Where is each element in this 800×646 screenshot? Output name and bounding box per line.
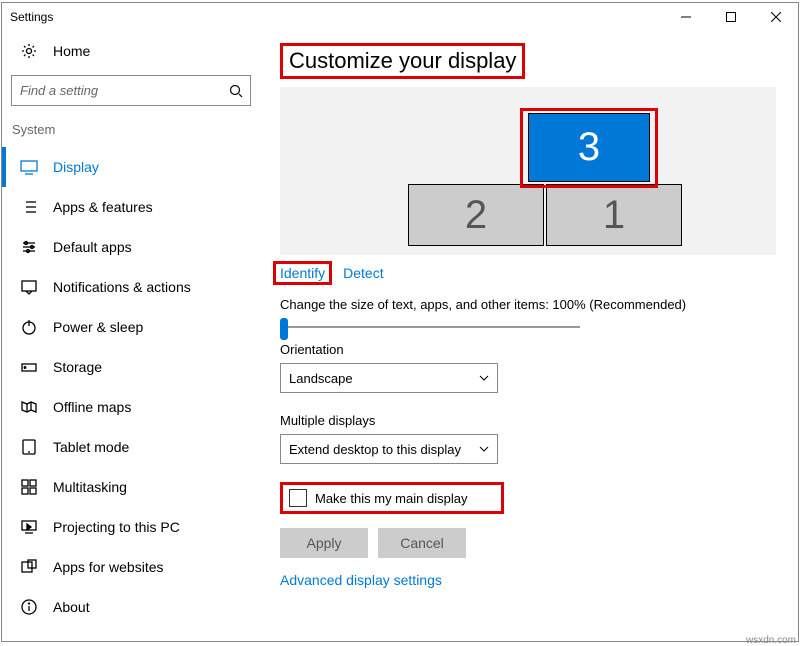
apply-button[interactable]: Apply: [280, 528, 368, 558]
multiple-displays-select[interactable]: Extend desktop to this display: [280, 434, 498, 464]
sidebar-item-offline-maps[interactable]: Offline maps: [2, 387, 260, 427]
defaults-icon: [20, 238, 38, 256]
sidebar-item-label: Power & sleep: [53, 319, 143, 335]
titlebar: Settings: [2, 3, 798, 31]
sidebar: Home System Display Apps & features Defa: [2, 31, 260, 641]
gear-icon: [20, 42, 38, 60]
map-icon: [20, 398, 38, 416]
sidebar-heading: System: [2, 116, 260, 147]
chevron-down-icon: [479, 373, 489, 383]
detect-link[interactable]: Detect: [343, 265, 383, 281]
home-label: Home: [53, 43, 90, 59]
identify-link[interactable]: Identify: [280, 265, 325, 281]
sidebar-item-about[interactable]: About: [2, 587, 260, 627]
sidebar-item-label: Multitasking: [53, 479, 127, 495]
main-display-highlight-box: Make this my main display: [280, 482, 504, 514]
chevron-down-icon: [479, 444, 489, 454]
sidebar-item-label: Default apps: [53, 239, 132, 255]
window-title: Settings: [10, 10, 53, 24]
cancel-button[interactable]: Cancel: [378, 528, 466, 558]
link-row: Identify Detect: [280, 265, 778, 281]
identify-highlight-box: Identify: [273, 261, 332, 285]
sidebar-item-label: Apps for websites: [53, 559, 164, 575]
sidebar-item-storage[interactable]: Storage: [2, 347, 260, 387]
monitor-3[interactable]: 3: [528, 113, 650, 182]
sidebar-item-apps-websites[interactable]: Apps for websites: [2, 547, 260, 587]
watermark: wsxdn.com: [746, 635, 796, 646]
main-panel: Customize your display 2 1 3 Identify De…: [260, 31, 798, 641]
close-button[interactable]: [753, 3, 798, 31]
maximize-button[interactable]: [708, 3, 753, 31]
sidebar-item-label: Offline maps: [53, 399, 131, 415]
sidebar-item-label: Display: [53, 159, 99, 175]
notification-icon: [20, 278, 38, 296]
advanced-display-link[interactable]: Advanced display settings: [280, 572, 778, 588]
apps-web-icon: [20, 558, 38, 576]
page-title: Customize your display: [283, 46, 522, 76]
monitor-1[interactable]: 1: [546, 184, 682, 246]
nav-list: Display Apps & features Default apps Not…: [2, 147, 260, 627]
multiple-label: Multiple displays: [280, 413, 778, 428]
sidebar-item-default-apps[interactable]: Default apps: [2, 227, 260, 267]
main-display-label: Make this my main display: [315, 491, 467, 506]
main-display-checkbox[interactable]: [289, 489, 307, 507]
orientation-select[interactable]: Landscape: [280, 363, 498, 393]
sidebar-item-notifications[interactable]: Notifications & actions: [2, 267, 260, 307]
sidebar-item-label: Notifications & actions: [53, 279, 191, 295]
slider-track: [280, 326, 580, 328]
tablet-icon: [20, 438, 38, 456]
sidebar-item-projecting[interactable]: Projecting to this PC: [2, 507, 260, 547]
sidebar-item-apps-features[interactable]: Apps & features: [2, 187, 260, 227]
search-input[interactable]: [11, 75, 251, 106]
display-icon: [20, 158, 38, 176]
monitor-2[interactable]: 2: [408, 184, 544, 246]
settings-window: Settings Home System Display: [1, 2, 799, 642]
title-highlight-box: Customize your display: [280, 43, 525, 79]
minimize-button[interactable]: [663, 3, 708, 31]
sidebar-item-label: Storage: [53, 359, 102, 375]
project-icon: [20, 518, 38, 536]
search-wrap: [11, 75, 251, 106]
display-arrangement[interactable]: 2 1 3: [280, 87, 776, 255]
scale-label: Change the size of text, apps, and other…: [280, 297, 778, 312]
orientation-label: Orientation: [280, 342, 778, 357]
info-icon: [20, 598, 38, 616]
home-button[interactable]: Home: [2, 31, 260, 71]
sidebar-item-power-sleep[interactable]: Power & sleep: [2, 307, 260, 347]
orientation-value: Landscape: [289, 371, 353, 386]
sidebar-item-tablet-mode[interactable]: Tablet mode: [2, 427, 260, 467]
multitask-icon: [20, 478, 38, 496]
search-icon: [229, 84, 243, 98]
sidebar-item-label: Apps & features: [53, 199, 153, 215]
slider-thumb[interactable]: [280, 318, 288, 340]
sidebar-item-label: Projecting to this PC: [53, 519, 180, 535]
sidebar-item-display[interactable]: Display: [2, 147, 260, 187]
list-icon: [20, 198, 38, 216]
button-row: Apply Cancel: [280, 528, 778, 558]
sidebar-item-label: About: [53, 599, 90, 615]
sidebar-item-label: Tablet mode: [53, 439, 129, 455]
multiple-value: Extend desktop to this display: [289, 442, 461, 457]
storage-icon: [20, 358, 38, 376]
power-icon: [20, 318, 38, 336]
sidebar-item-multitasking[interactable]: Multitasking: [2, 467, 260, 507]
